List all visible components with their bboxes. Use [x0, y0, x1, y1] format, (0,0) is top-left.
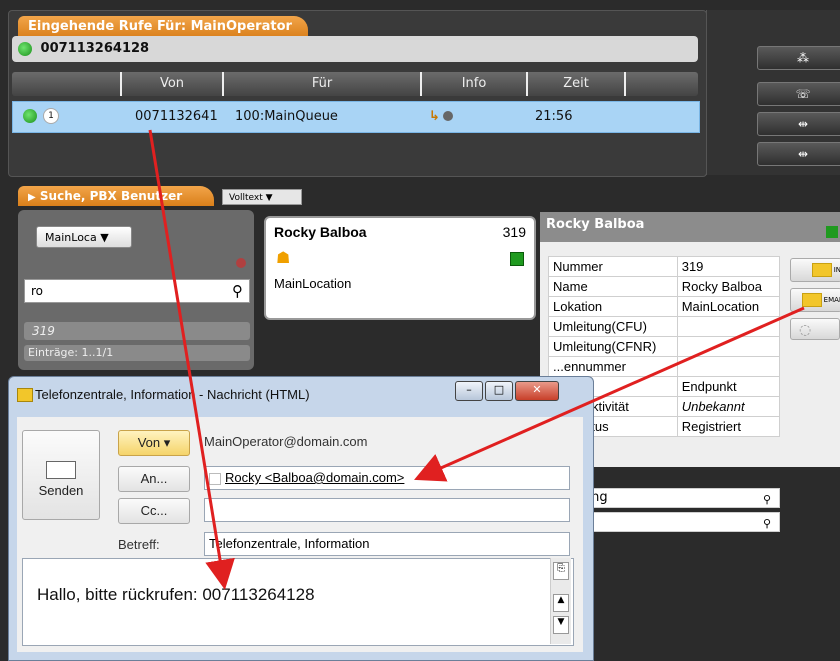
call-status-icon [23, 109, 37, 123]
key-icon[interactable]: ⚲ [763, 491, 771, 509]
entries-count: Einträge: 1..1/1 [24, 345, 250, 361]
call-for: 100:MainQueue [235, 109, 338, 124]
search-title: ▶ Suche, PBX Benutzer [18, 186, 214, 206]
person-icon: ☗ [276, 248, 291, 267]
key-icon[interactable]: ⚲ [763, 515, 771, 533]
email-label: EMAI [823, 296, 840, 304]
call-row[interactable]: 1 0071132641 100:MainQueue ↳ 21:56 [12, 101, 700, 133]
attach-icon[interactable]: ⎘ [553, 562, 569, 580]
details-value: Endpunkt [676, 376, 781, 397]
dialog-title: Telefonzentrale, Information - Nachricht… [35, 387, 310, 402]
call-from: 0071132641 [135, 109, 218, 124]
transfer2-button[interactable]: ⇹ [757, 142, 840, 166]
details-label: Lokation [548, 296, 678, 317]
to-button[interactable]: An... [118, 466, 190, 492]
call-time: 21:56 [535, 109, 573, 124]
send-icon [46, 461, 76, 479]
details-label: ...ennummer [548, 356, 678, 377]
message-scrollbar[interactable]: ⎘ ▲ ▼ [550, 558, 571, 644]
details-label: Umleitung(CFU) [548, 316, 678, 337]
contact-icon [209, 472, 221, 485]
details-label: Umleitung(CFNR) [548, 336, 678, 357]
details-row: Nummer 319 [548, 256, 781, 277]
search-mode-select[interactable]: Volltext ▼ [222, 189, 302, 205]
message-text: Hallo, bitte rückrufen: 007113264128 [37, 585, 315, 604]
from-value: MainOperator@domain.com [204, 434, 368, 449]
details-presence-icon [826, 226, 838, 238]
result-number[interactable]: 319 [24, 322, 250, 340]
maximize-button[interactable]: □ [485, 381, 513, 401]
incoming-number-bar: 007113264128 [12, 36, 698, 62]
col-von[interactable]: Von [120, 72, 222, 96]
details-row: Name Rocky Balboa [548, 276, 781, 297]
details-value: 319 [676, 256, 781, 277]
conference-button[interactable]: ⁂ [757, 46, 840, 70]
calls-table-header: Von Für Info Zeit [12, 72, 698, 96]
search-query: ro [31, 284, 44, 298]
envelope-icon [811, 263, 832, 277]
presence-icon [510, 252, 524, 266]
details-row: ...ennummer [548, 356, 781, 377]
close-button[interactable]: ✕ [515, 381, 559, 401]
call-button[interactable]: ◌ [790, 318, 840, 340]
to-recipient[interactable]: Rocky <Balboa@domain.com> [225, 470, 404, 485]
im-label: IN [833, 266, 840, 274]
search-input[interactable]: ro ⚲ [24, 279, 250, 303]
forward-icon: ↳ [429, 109, 440, 124]
search-mode-value: Volltext [229, 193, 263, 203]
scroll-up-button[interactable]: ▲ [553, 594, 569, 612]
details-title: Rocky Balboa [540, 212, 840, 242]
cc-button[interactable]: Cc... [118, 498, 190, 524]
details-value [676, 356, 781, 377]
card-name: Rocky Balboa [274, 224, 367, 240]
details-row: Umleitung(CFU) [548, 316, 781, 337]
envelope-icon [801, 293, 822, 307]
col-zeit[interactable]: Zeit [526, 72, 626, 96]
details-label: Name [548, 276, 678, 297]
col-info[interactable]: Info [420, 72, 526, 96]
email-button[interactable]: EMAI [790, 288, 840, 312]
minimize-button[interactable]: – [455, 381, 483, 401]
search-title-label: Suche, PBX Benutzer [39, 189, 183, 203]
transfer-button[interactable]: ⇹ [757, 112, 840, 136]
details-value: MainLocation [676, 296, 781, 317]
send-button[interactable]: Senden [22, 430, 100, 520]
play-icon: ▶ [28, 192, 36, 203]
from-button[interactable]: Von ▾ [118, 430, 190, 456]
details-value: Registriert [676, 416, 781, 437]
phone-button[interactable]: ☏ [757, 82, 840, 106]
incoming-calls-title: Eingehende Rufe Für: MainOperator [18, 16, 308, 38]
contact-card[interactable]: Rocky Balboa 319 ☗ MainLocation [264, 216, 536, 320]
action-panel: ⁂ ☏ ⇹ ⇹ [706, 10, 840, 175]
details-value [676, 316, 781, 337]
message-icon [17, 388, 33, 402]
incoming-number: 007113264128 [40, 41, 150, 56]
subject-field[interactable]: Telefonzentrale, Information [204, 532, 570, 556]
card-location: MainLocation [274, 276, 352, 291]
call-count-badge: 1 [43, 108, 59, 124]
cc-field[interactable] [204, 498, 570, 522]
location-select-value: MainLoca [45, 231, 97, 244]
details-row: Umleitung(CFNR) [548, 336, 781, 357]
message-body[interactable]: Hallo, bitte rückrufen: 007113264128 [22, 558, 574, 646]
call-icon [18, 41, 32, 56]
to-field[interactable]: Rocky <Balboa@domain.com> [204, 466, 570, 490]
col-fuer[interactable]: Für [222, 72, 420, 96]
card-ext: 319 [502, 224, 526, 240]
details-row: Lokation MainLocation [548, 296, 781, 317]
im-button[interactable]: IN [790, 258, 840, 282]
send-label: Senden [38, 483, 84, 498]
subject-label: Betreff: [118, 537, 160, 552]
location-select[interactable]: MainLoca ▼ [36, 226, 132, 248]
scroll-down-button[interactable]: ▼ [553, 616, 569, 634]
details-value [676, 336, 781, 357]
clear-icon[interactable] [236, 258, 246, 268]
details-value: Unbekannt [676, 396, 781, 417]
details-value: Rocky Balboa [676, 276, 781, 297]
details-label: Nummer [548, 256, 678, 277]
search-icon[interactable]: ⚲ [232, 280, 243, 302]
info-icon [443, 111, 453, 121]
